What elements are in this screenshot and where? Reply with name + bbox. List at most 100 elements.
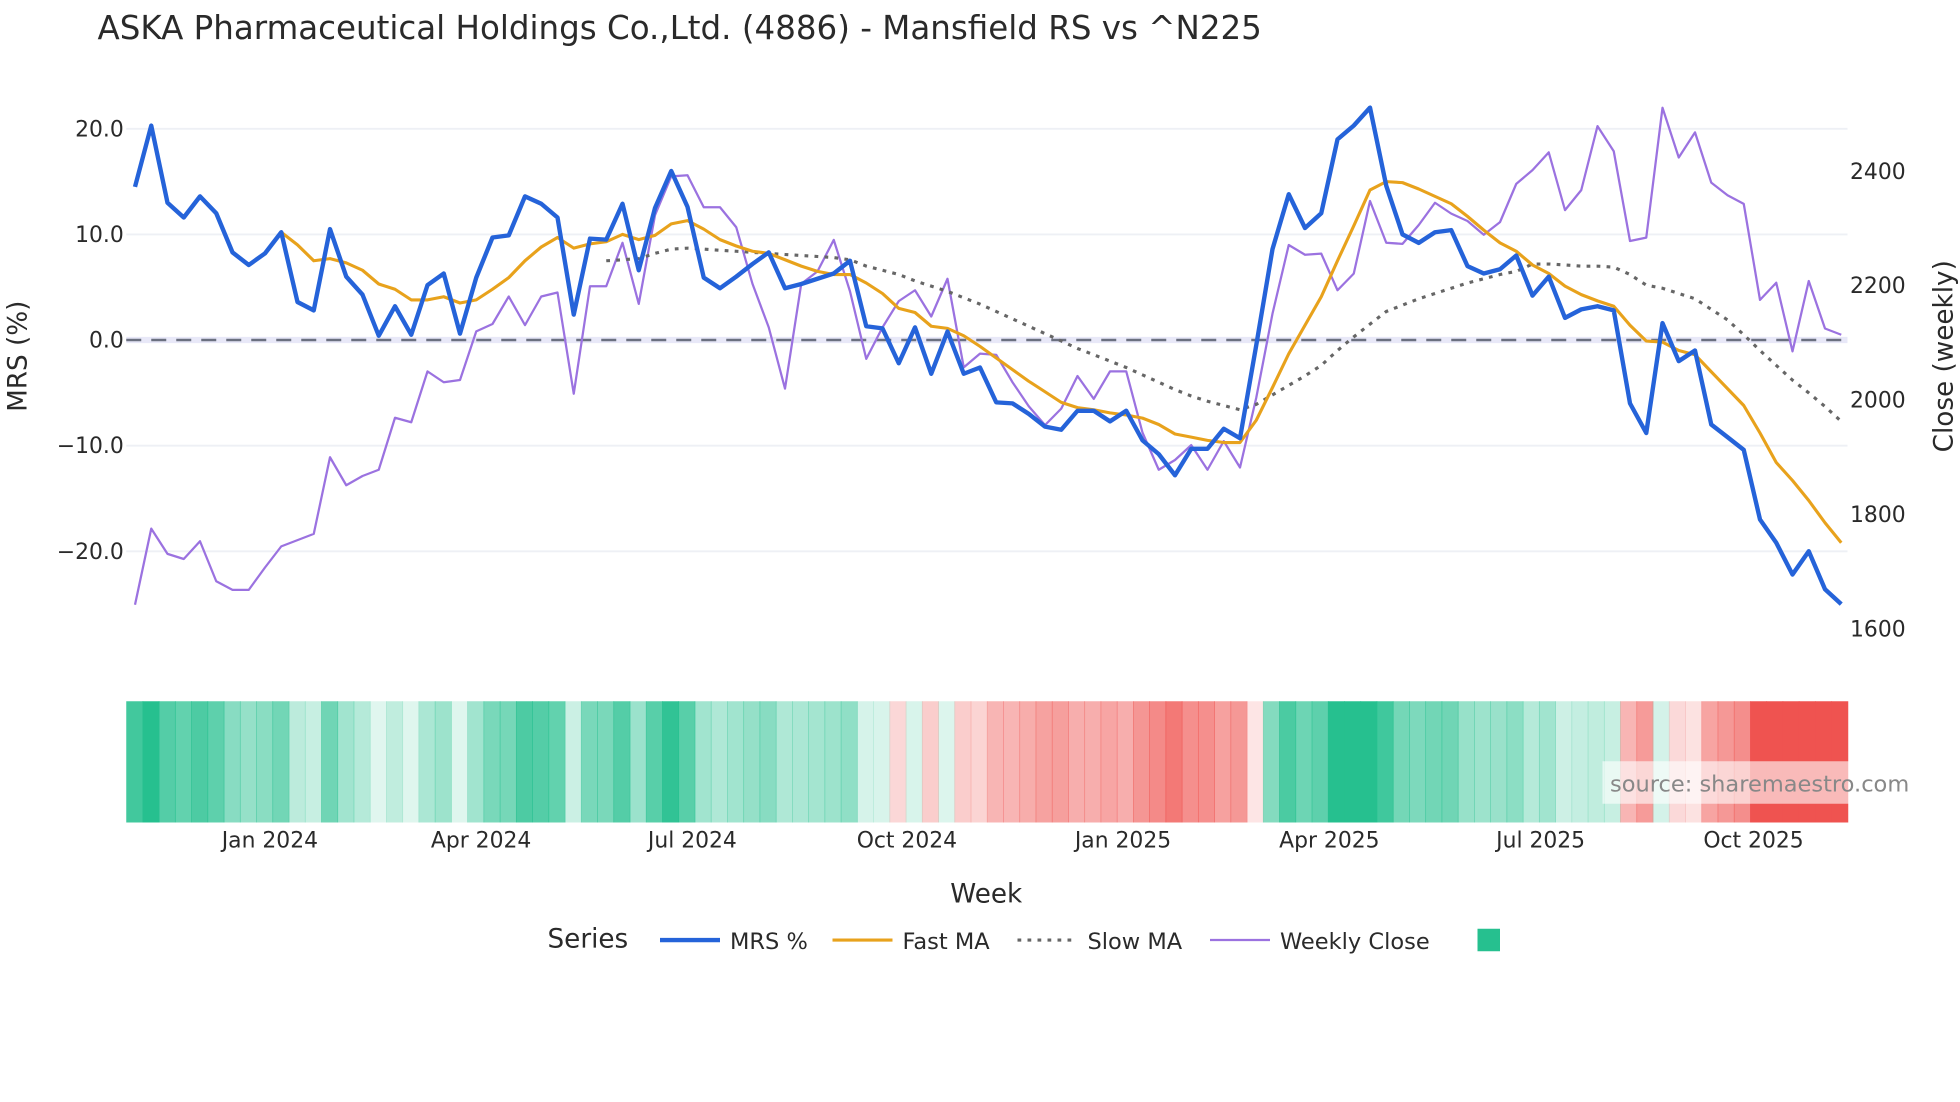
- heatmap-cell: [223, 701, 241, 823]
- heatmap-cell: [954, 701, 972, 823]
- heatmap-cell: [1474, 701, 1492, 823]
- y-axis-label: MRS (%): [3, 301, 33, 412]
- heatmap-cell: [938, 701, 956, 823]
- heatmap-cell: [434, 701, 452, 823]
- heatmap-cell: [662, 701, 680, 823]
- y2-tick-label: 1800: [1850, 503, 1906, 528]
- heatmap-cell: [256, 701, 274, 823]
- chart-title: ASKA Pharmaceutical Holdings Co.,Ltd. (4…: [98, 9, 1262, 47]
- y2-tick-label: 1600: [1850, 617, 1906, 642]
- heatmap-cell: [1538, 701, 1556, 823]
- heatmap-cell: [467, 701, 485, 823]
- x-tick-label: Oct 2024: [857, 829, 957, 854]
- heatmap-cell: [629, 701, 647, 823]
- heatmap-cell: [1035, 701, 1053, 823]
- heatmap-cell: [386, 701, 404, 823]
- legend-item-label: Weekly Close: [1280, 929, 1430, 955]
- heatmap-cell: [548, 701, 566, 823]
- x-axis-label: Week: [950, 880, 1023, 910]
- heatmap-cell: [1522, 701, 1540, 823]
- heatmap-cell: [353, 701, 371, 823]
- heatmap-cell: [418, 701, 436, 823]
- heatmap-cell: [1262, 701, 1280, 823]
- heatmap-cell: [499, 701, 517, 823]
- heatmap-cell: [1376, 701, 1394, 823]
- heatmap-cell: [889, 701, 907, 823]
- heatmap-cell: [1084, 701, 1102, 823]
- legend-heatmap-swatch: [1477, 928, 1500, 952]
- y-tick-label: 20.0: [75, 117, 124, 142]
- heatmap-strip: [126, 701, 1849, 823]
- heatmap-cell: [1555, 701, 1573, 823]
- x-tick-label: Oct 2025: [1703, 829, 1803, 854]
- x-tick-label: Apr 2025: [1279, 829, 1379, 854]
- heatmap-cell: [1051, 701, 1069, 823]
- heatmap-cell: [840, 701, 858, 823]
- watermark: source: sharemaestro.com: [1602, 761, 1935, 804]
- series-line-fast-ma: [280, 180, 1843, 544]
- heatmap-cell: [207, 701, 225, 823]
- heatmap-cell: [1214, 701, 1232, 823]
- heatmap-cell: [515, 701, 533, 823]
- heatmap-cell: [564, 701, 582, 823]
- heatmap-cell: [191, 701, 209, 823]
- heatmap-cell: [1360, 701, 1378, 823]
- x-tick-label: Jan 2024: [220, 829, 318, 854]
- heatmap-cell: [158, 701, 176, 823]
- heatmap-cell: [743, 701, 761, 823]
- heatmap-cell: [1506, 701, 1524, 823]
- heatmap-cell: [451, 701, 469, 823]
- heatmap-cell: [1490, 701, 1508, 823]
- heatmap-cell: [1003, 701, 1021, 823]
- heatmap-cell: [1392, 701, 1410, 823]
- gridlines: [126, 127, 1848, 553]
- heatmap-cell: [873, 701, 891, 823]
- heatmap-cell: [808, 701, 826, 823]
- y-tick-label: −20.0: [57, 540, 124, 565]
- legend-title: Series: [548, 925, 629, 955]
- heatmap-cell: [775, 701, 793, 823]
- y-tick-label: −10.0: [57, 434, 124, 459]
- heatmap-cell: [239, 701, 257, 823]
- legend: Series MRS % Fast MA Slow MA Weekly Close: [548, 925, 1500, 955]
- legend-item-label: Fast MA: [903, 929, 991, 955]
- heatmap-cell: [402, 701, 420, 823]
- heatmap-cell: [1457, 701, 1475, 823]
- heatmap-cell: [1295, 701, 1313, 823]
- heatmap-cell: [856, 701, 874, 823]
- heatmap-cell: [970, 701, 988, 823]
- heatmap-cell: [288, 701, 306, 823]
- legend-item-label: MRS %: [730, 929, 808, 955]
- heatmap-cell: [1246, 701, 1264, 823]
- series-line-slow-ma: [606, 246, 1843, 423]
- heatmap-cell: [337, 701, 355, 823]
- heatmap-cell: [597, 701, 615, 823]
- x-tick-label: Jul 2024: [646, 829, 737, 854]
- heatmap-cell: [1068, 701, 1086, 823]
- series-line-mrs: [132, 105, 1843, 606]
- heatmap-cell: [272, 701, 290, 823]
- x-tick-label: Jan 2025: [1073, 829, 1171, 854]
- y-axis-ticks: 20.0 10.0 0.0 −10.0 −20.0: [57, 117, 124, 565]
- heatmap-cell: [613, 701, 631, 823]
- x-tick-label: Apr 2024: [431, 829, 531, 854]
- heatmap-cell: [369, 701, 387, 823]
- heatmap-cell: [1116, 701, 1134, 823]
- y2-tick-label: 2400: [1850, 160, 1906, 185]
- heatmap-cell: [1230, 701, 1248, 823]
- heatmap-cell: [824, 701, 842, 823]
- heatmap-cell: [1344, 701, 1362, 823]
- heatmap-cell: [1587, 701, 1605, 823]
- y2-axis-label: Close (weekly): [1930, 260, 1960, 452]
- heatmap-cell: [1100, 701, 1118, 823]
- x-axis-ticks: Jan 2024 Apr 2024 Jul 2024 Oct 2024 Jan 2025…: [220, 829, 1804, 854]
- x-tick-label: Jul 2025: [1494, 829, 1585, 854]
- heatmap-cell: [1441, 701, 1459, 823]
- heatmap-cell: [1181, 701, 1199, 823]
- heatmap-cell: [759, 701, 777, 823]
- heatmap-cell: [1327, 701, 1345, 823]
- heatmap-cell: [142, 701, 160, 823]
- heatmap-cell: [174, 701, 192, 823]
- heatmap-cell: [321, 701, 339, 823]
- y-tick-label: 10.0: [75, 223, 124, 248]
